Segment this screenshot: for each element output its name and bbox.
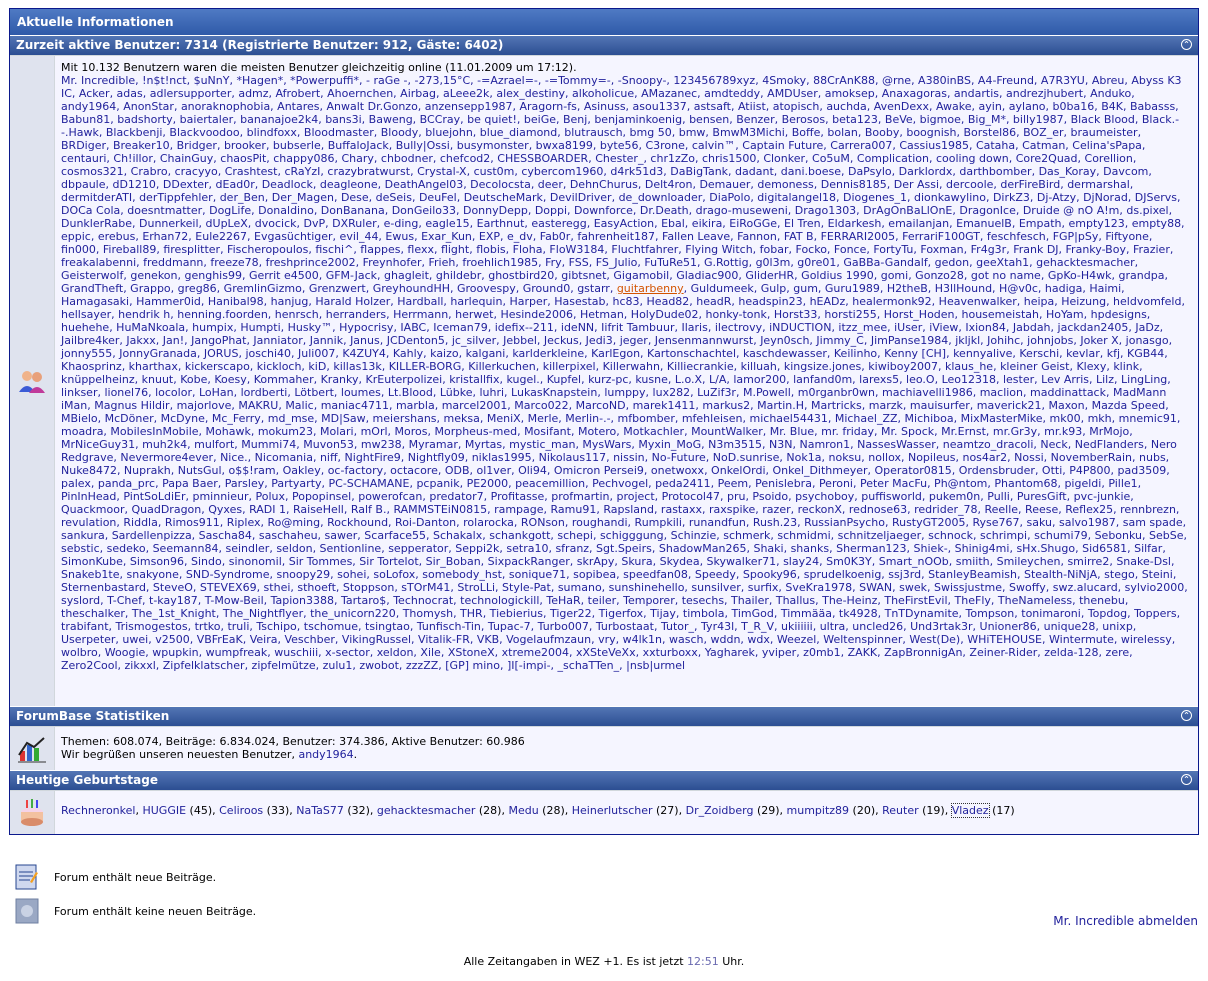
birthday-age: (45) [186, 804, 213, 817]
collapse-icon[interactable]: ⌃ [1181, 39, 1192, 50]
new-posts-icon [15, 864, 38, 890]
separator: , [564, 804, 572, 817]
highlighted-user-link[interactable]: guitarbenny [617, 282, 684, 295]
birthday-age: (27) [652, 804, 679, 817]
welcome-suffix: . [353, 748, 358, 761]
birthday-age: (29) [753, 804, 780, 817]
online-users-content: Mit 10.132 Benutzern waren die meisten B… [55, 56, 1198, 706]
birthday-user-link[interactable]: Vladez [950, 803, 990, 818]
online-user-list: Mr. Incredible, !n$t!nct, $uNnY, *Hagen*… [61, 74, 1192, 672]
stats-row: Themen: 608.074, Beiträge: 6.834.024, Be… [10, 726, 1198, 770]
birthdays-row: Rechneronkel, HUGGIE (45), Celiroos (33)… [10, 790, 1198, 834]
birthday-age: (33) [263, 804, 290, 817]
info-panel: Aktuelle Informationen Zurzeit aktive Be… [9, 8, 1199, 835]
birthday-age: (19) [918, 804, 945, 817]
birthday-age: (32) [343, 804, 370, 817]
footer-text: Alle Zeitangaben in WEZ +1. Es ist jetzt [463, 955, 688, 968]
legend-new-posts: Forum enthält neue Beiträge. [12, 862, 216, 892]
birthday-age: (28) [538, 804, 565, 817]
birthday-user-link[interactable]: gehacktesmacher [377, 804, 475, 817]
legend-no-new-posts: Forum enthält keine neuen Beiträge. [12, 896, 256, 926]
no-new-posts-label: Forum enthält keine neuen Beiträge. [54, 904, 257, 918]
birthday-age: (28) [475, 804, 502, 817]
panel-title: Aktuelle Informationen [10, 9, 1198, 35]
birthday-user-link[interactable]: Dr_Zoidberg [686, 804, 754, 817]
collapse-icon[interactable]: ⌃ [1181, 774, 1192, 785]
record-text: Mit 10.132 Benutzern waren die meisten B… [61, 61, 577, 74]
birthdays-content: Rechneronkel, HUGGIE (45), Celiroos (33)… [55, 791, 1198, 834]
birthday-cake-icon [21, 798, 43, 826]
separator: , [369, 804, 377, 817]
birthday-user-link[interactable]: NaTaS77 [296, 804, 344, 817]
birthday-user-link[interactable]: Rechneronkel [61, 804, 135, 817]
birthday-user-link[interactable]: Reuter [882, 804, 919, 817]
birthday-user-link[interactable]: Heinerlutscher [572, 804, 653, 817]
footer: Alle Zeitangaben in WEZ +1. Es ist jetzt… [0, 955, 1208, 968]
birthday-user-link[interactable]: HUGGIE [142, 804, 186, 817]
birthday-age: (20) [849, 804, 876, 817]
birthday-age: (17) [988, 804, 1015, 817]
stats-title: ForumBase Statistiken [16, 709, 170, 723]
birthday-list: Rechneronkel, HUGGIE (45), Celiroos (33)… [61, 803, 1015, 818]
logout-link[interactable]: Mr. Incredible abmelden [1053, 914, 1198, 928]
new-posts-label: Forum enthält neue Beiträge. [54, 870, 217, 884]
welcome-text: Wir begrüßen unseren neuesten Benutzer, [61, 748, 299, 761]
no-new-posts-icon [15, 898, 39, 924]
newest-user-link[interactable]: andy1964 [298, 748, 353, 761]
separator: , [678, 804, 686, 817]
birthday-icon-cell [10, 791, 55, 834]
welcome-line: Wir begrüßen unseren neuesten Benutzer, … [61, 748, 1192, 761]
chart-icon [18, 736, 46, 762]
online-users-header: Zurzeit aktive Benutzer: 7314 (Registrie… [10, 35, 1198, 55]
collapse-icon[interactable]: ⌃ [1181, 710, 1192, 721]
birthday-user-link[interactable]: Medu [508, 804, 538, 817]
users-icon [19, 371, 45, 393]
current-time: 12:51 [687, 955, 719, 968]
online-users-row: Mit 10.132 Benutzern waren die meisten B… [10, 55, 1198, 706]
birthday-user-link[interactable]: Celiroos [219, 804, 263, 817]
stats-line: Themen: 608.074, Beiträge: 6.834.024, Be… [61, 735, 525, 748]
birthdays-header: Heutige Geburtstage ⌃ [10, 770, 1198, 790]
online-users-title: Zurzeit aktive Benutzer: 7314 (Registrie… [16, 38, 504, 52]
user-links-rest[interactable]: , Guldumeek, Gulp, gum, Guru1989, H2theB… [61, 282, 1188, 672]
users-icon-cell [10, 56, 55, 706]
separator: , [779, 804, 787, 817]
separator: , [944, 804, 952, 817]
footer-suffix: Uhr. [718, 955, 745, 968]
user-links[interactable]: Mr. Incredible, !n$t!nct, $uNnY, *Hagen*… [61, 74, 1185, 295]
stats-header: ForumBase Statistiken ⌃ [10, 706, 1198, 726]
birthday-user-link[interactable]: mumpitz89 [787, 804, 850, 817]
birthdays-title: Heutige Geburtstage [16, 773, 158, 787]
stats-content: Themen: 608.074, Beiträge: 6.834.024, Be… [55, 727, 1198, 770]
stats-icon-cell [10, 727, 55, 770]
